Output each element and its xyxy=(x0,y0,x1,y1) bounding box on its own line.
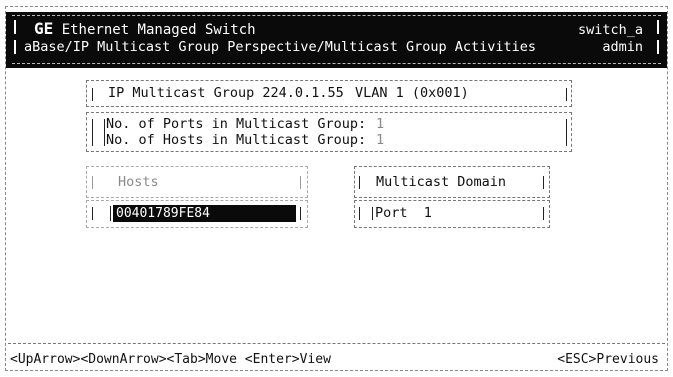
breadcrumb: aBase/IP Multicast Group Perspective/Mul… xyxy=(24,39,537,55)
header-left-bar-2 xyxy=(14,40,16,54)
domain-header-left-bar xyxy=(359,176,360,189)
hosts-header-left-bar xyxy=(92,176,93,189)
hosts-count-label: No. of Hosts in Multicast Group: xyxy=(106,132,367,148)
device-name: switch_a xyxy=(577,22,643,38)
hosts-cursor xyxy=(110,206,111,221)
counts-inner-bar xyxy=(104,119,105,146)
escape-previous-hint[interactable]: <ESC>Previous xyxy=(557,352,659,367)
header-right-bar-1 xyxy=(657,20,659,34)
hosts-header-right-bar xyxy=(300,176,301,189)
hosts-count-value: 1 xyxy=(376,132,385,148)
hosts-list-left-bar xyxy=(92,207,93,220)
app-title: GE Ethernet Managed Switch xyxy=(34,19,256,38)
domain-header-right-bar xyxy=(543,176,544,189)
group-box-right-bar xyxy=(566,88,567,101)
hosts-list-right-bar xyxy=(300,207,301,220)
group-box-left-bar xyxy=(92,88,93,101)
vlan-label: VLAN 1 (0x001) xyxy=(355,85,469,101)
domain-list-inner-bar xyxy=(372,207,373,220)
user-name: admin xyxy=(602,39,643,55)
header-bar: GE Ethernet Managed Switch aBase/IP Mult… xyxy=(6,12,667,68)
ports-count-label: No. of Ports in Multicast Group: xyxy=(106,116,367,132)
hosts-header-label: Hosts xyxy=(118,174,159,190)
header-bottom-rule xyxy=(12,63,661,64)
domain-list-right-bar xyxy=(543,207,544,220)
counts-left-bar xyxy=(92,119,93,146)
app-name: Ethernet Managed Switch xyxy=(61,22,256,38)
ports-count-value: 1 xyxy=(376,116,385,132)
domain-header-label: Multicast Domain xyxy=(376,174,507,190)
brand-logo: GE xyxy=(34,19,54,38)
header-right-bar-2 xyxy=(657,40,659,54)
counts-right-bar xyxy=(566,119,567,146)
header-top-rule xyxy=(12,15,661,16)
host-row-selected[interactable]: 00401789FE84 xyxy=(113,205,296,222)
footer-key-hints: <UpArrow><DownArrow><Tab>Move <Enter>Vie… xyxy=(10,352,331,367)
header-left-bar-1 xyxy=(14,20,16,34)
group-address: IP Multicast Group 224.0.1.55 xyxy=(108,85,344,101)
domain-row-port[interactable]: Port 1 xyxy=(375,205,432,221)
domain-list-left-bar xyxy=(359,207,360,220)
footer-rule xyxy=(8,343,665,344)
